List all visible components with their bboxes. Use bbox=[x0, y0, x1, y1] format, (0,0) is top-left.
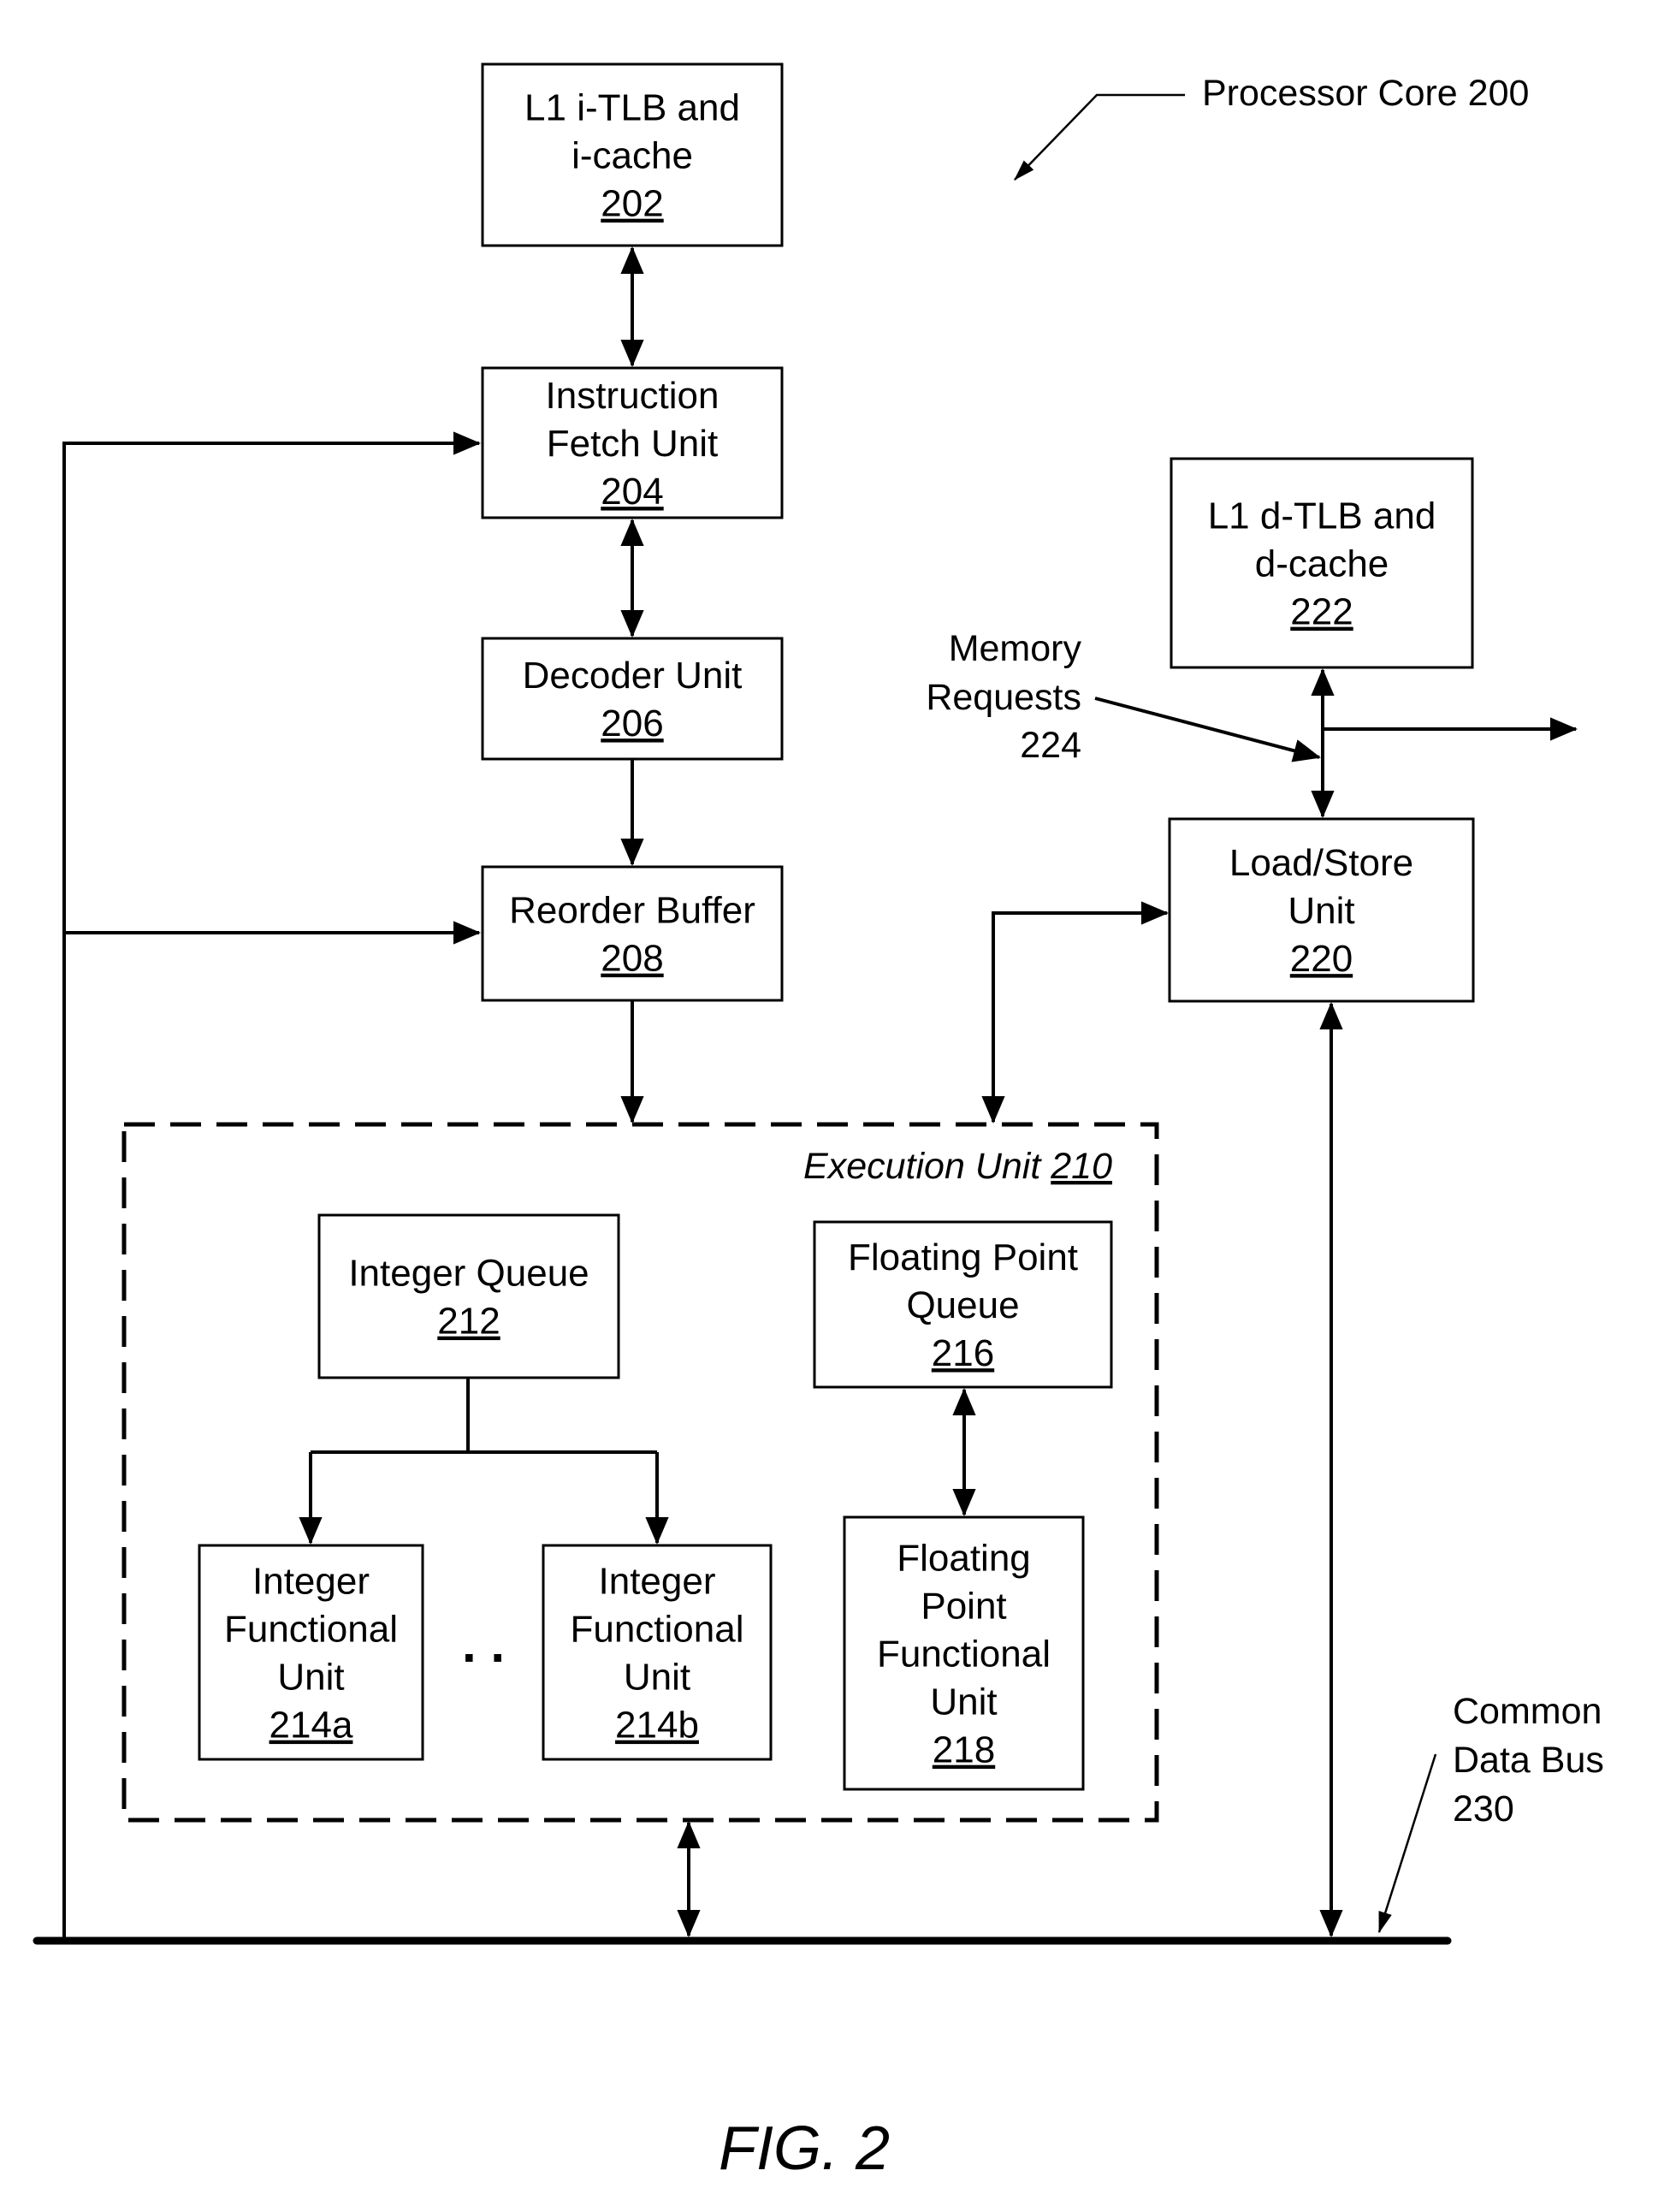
reorder-buffer-block: Reorder Buffer 208 bbox=[481, 865, 784, 1002]
common-data-bus-label-line1: Common bbox=[1453, 1691, 1602, 1732]
l1-dcache-block: L1 d-TLB and d-cache 222 bbox=[1170, 457, 1474, 669]
l1-dcache-label: d-cache bbox=[1255, 543, 1389, 585]
instruction-fetch-unit-label: Instruction bbox=[546, 375, 720, 417]
memory-requests-leader bbox=[1094, 697, 1321, 762]
load-store-unit-block: Load/Store Unit 220 bbox=[1168, 817, 1475, 1003]
floating-point-queue-label: Queue bbox=[906, 1284, 1019, 1326]
floating-point-functional-unit-ref: 218 bbox=[933, 1729, 995, 1771]
reorder-buffer-box bbox=[481, 865, 784, 1002]
floating-point-functional-unit-label: Unit bbox=[930, 1681, 997, 1723]
l1-icache-ref: 202 bbox=[601, 183, 663, 225]
l1-icache-block: L1 i-TLB and i-cache 202 bbox=[481, 62, 784, 247]
integer-queue-label: Integer Queue bbox=[348, 1253, 589, 1295]
decoder-unit-block: Decoder Unit 206 bbox=[481, 637, 784, 761]
ellipsis-dots: . . bbox=[462, 1616, 505, 1673]
integer-functional-unit-a-label: Functional bbox=[224, 1609, 398, 1651]
figure-caption: FIG. 2 bbox=[719, 2114, 890, 2183]
decoder-unit-label: Decoder Unit bbox=[523, 655, 743, 697]
execution-unit-ref: 210 bbox=[1050, 1146, 1112, 1187]
floating-point-functional-unit-label: Point bbox=[921, 1586, 1006, 1628]
integer-functional-unit-a-block: Integer Functional Unit 214a bbox=[198, 1544, 424, 1761]
floating-point-queue-label: Floating Point bbox=[848, 1236, 1078, 1278]
common-data-bus-label-line2: Data Bus bbox=[1453, 1740, 1604, 1781]
floating-point-functional-unit-block: Floating Point Functional Unit 218 bbox=[843, 1515, 1085, 1791]
instruction-fetch-unit-ref: 204 bbox=[601, 471, 663, 513]
integer-functional-unit-a-ref: 214a bbox=[269, 1705, 353, 1746]
integer-functional-unit-b-label: Integer bbox=[599, 1561, 716, 1603]
l1-icache-label: L1 i-TLB and bbox=[524, 87, 740, 129]
load-store-unit-label: Unit bbox=[1288, 890, 1354, 932]
integer-functional-unit-b-label: Functional bbox=[570, 1609, 743, 1651]
common-data-bus-leader bbox=[1377, 1753, 1437, 1934]
decoder-unit-ref: 206 bbox=[601, 703, 663, 744]
floating-point-functional-unit-label: Functional bbox=[877, 1634, 1051, 1675]
integer-functional-unit-a-label: Unit bbox=[277, 1657, 344, 1699]
integer-queue-ref: 212 bbox=[437, 1301, 500, 1343]
l1-dcache-ref: 222 bbox=[1290, 591, 1353, 633]
floating-point-queue-ref: 216 bbox=[932, 1332, 994, 1374]
reorder-buffer-label: Reorder Buffer bbox=[509, 890, 755, 932]
floating-point-functional-unit-label: Floating bbox=[897, 1538, 1031, 1580]
processor-core-label: Processor Core 200 bbox=[1202, 73, 1529, 114]
instruction-fetch-unit-block: Instruction Fetch Unit 204 bbox=[481, 366, 784, 519]
memory-requests-label-line1: Memory bbox=[949, 628, 1082, 669]
instruction-fetch-unit-label: Fetch Unit bbox=[547, 423, 719, 465]
integer-functional-unit-b-label: Unit bbox=[624, 1657, 690, 1699]
reorder-buffer-ref: 208 bbox=[601, 938, 663, 980]
memory-requests-label-line2: Requests bbox=[926, 677, 1081, 718]
integer-queue-block: Integer Queue 212 bbox=[317, 1213, 620, 1379]
processor-core-diagram: Execution Unit 210 L1 i-TLB and i-cache 20… bbox=[33, 62, 1604, 2183]
processor-core-leader bbox=[1014, 93, 1185, 181]
integer-functional-unit-b-block: Integer Functional Unit 214b bbox=[542, 1544, 773, 1761]
l1-icache-label: i-cache bbox=[571, 135, 693, 177]
execution-unit-label: Execution Unit 210 bbox=[803, 1146, 1112, 1187]
integer-queue-box bbox=[317, 1213, 620, 1379]
memory-requests-ref: 224 bbox=[1020, 725, 1081, 766]
load-store-unit-label: Load/Store bbox=[1229, 842, 1413, 884]
exec-loadstore-link bbox=[981, 901, 1169, 1124]
l1-dcache-label: L1 d-TLB and bbox=[1208, 495, 1436, 537]
load-store-unit-ref: 220 bbox=[1290, 938, 1353, 980]
integer-functional-unit-b-ref: 214b bbox=[615, 1705, 699, 1746]
floating-point-queue-block: Floating Point Queue 216 bbox=[813, 1220, 1113, 1389]
blocks-layer: L1 i-TLB and i-cache 202 Instruction Fetch U… bbox=[198, 62, 1475, 1791]
integer-functional-unit-a-label: Integer bbox=[252, 1561, 370, 1603]
common-data-bus-ref: 230 bbox=[1453, 1788, 1514, 1829]
